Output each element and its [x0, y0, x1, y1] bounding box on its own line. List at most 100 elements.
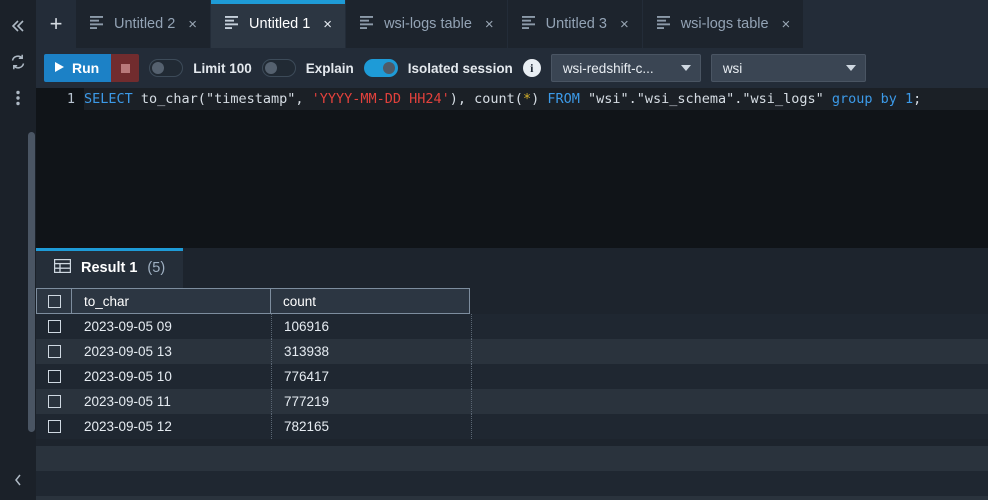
run-button[interactable]: Run [44, 54, 112, 82]
cell-count: 776417 [272, 364, 472, 389]
row-select-cell[interactable] [36, 414, 72, 439]
table-row[interactable]: 2023-09-05 11 777219 [36, 389, 988, 414]
cluster-select-value: wsi-redshift-c... [562, 60, 654, 76]
row-checkbox[interactable] [47, 420, 61, 433]
tab-label: Untitled 2 [114, 16, 176, 32]
close-icon[interactable]: × [188, 17, 197, 32]
table-row-empty [36, 471, 988, 496]
cell-to-char: 2023-09-05 12 [72, 414, 272, 439]
sql-code-text[interactable]: SELECT to_char("timestamp", 'YYYY-MM-DD … [84, 88, 988, 110]
cell-count: 777219 [272, 389, 472, 414]
tab-untitled-2[interactable]: Untitled 2 × [76, 0, 211, 48]
cell-count: 106916 [272, 314, 472, 339]
sql-string-format: 'YYYY-MM-DD HH24' [311, 91, 450, 107]
cluster-select[interactable]: wsi-redshift-c... [550, 54, 701, 82]
cell-to-char: 2023-09-05 09 [72, 314, 272, 339]
table-header-row: to_char count [36, 288, 988, 314]
chevron-down-icon [680, 65, 691, 71]
tab-label: Untitled 3 [545, 16, 607, 32]
cell-count: 782165 [272, 414, 472, 439]
results-row-count: (5) [147, 260, 166, 276]
sql-star: * [522, 91, 532, 107]
row-checkbox[interactable] [47, 320, 61, 333]
more-options-icon[interactable] [4, 84, 32, 112]
tab-label: Untitled 1 [249, 16, 311, 32]
new-tab-button[interactable]: + [36, 0, 76, 48]
grid-gap [36, 439, 988, 446]
collapse-panel-icon[interactable] [4, 12, 32, 40]
results-tab-bar: Result 1 (5) [36, 248, 988, 288]
select-all-cell[interactable] [36, 288, 72, 314]
column-header-to-char[interactable]: to_char [71, 288, 271, 314]
document-icon [225, 15, 240, 33]
sql-keyword-select: SELECT [84, 91, 133, 107]
expand-panel-icon[interactable] [0, 472, 36, 488]
row-select-cell[interactable] [36, 364, 72, 389]
sql-punct: , [295, 91, 312, 107]
stop-button[interactable] [111, 54, 140, 82]
tab-wsi-logs-table-2[interactable]: wsi-logs table × [642, 0, 804, 48]
document-icon [521, 15, 537, 33]
sql-punct: ) [531, 91, 548, 107]
sql-function-count: count( [474, 91, 523, 107]
document-icon [656, 15, 672, 33]
play-icon [54, 60, 65, 76]
explain-toggle[interactable] [261, 59, 296, 77]
info-icon[interactable]: i [522, 59, 541, 77]
run-button-label: Run [72, 60, 100, 76]
cell-filler [472, 314, 988, 339]
sql-punct: ), [449, 91, 475, 107]
tab-untitled-1[interactable]: Untitled 1 × [211, 0, 346, 48]
refresh-icon[interactable] [4, 48, 32, 76]
table-row[interactable]: 2023-09-05 10 776417 [36, 364, 988, 389]
results-panel: Result 1 (5) to_char count 2023-09-05 09… [36, 248, 988, 500]
sql-identifier-timestamp: "timestamp" [205, 91, 296, 107]
isolated-session-label: Isolated session [407, 60, 513, 76]
row-checkbox[interactable] [47, 395, 61, 408]
cell-to-char: 2023-09-05 13 [72, 339, 272, 364]
tab-wsi-logs-table-1[interactable]: wsi-logs table × [346, 0, 507, 48]
cell-to-char: 2023-09-05 11 [72, 389, 272, 414]
close-icon[interactable]: × [620, 17, 629, 32]
sql-editor[interactable]: 1 SELECT to_char("timestamp", 'YYYY-MM-D… [36, 88, 988, 248]
column-header-count[interactable]: count [270, 288, 470, 314]
cell-count: 313938 [272, 339, 472, 364]
query-editor-window: + Untitled 2 × Untitled 1 × wsi-logs tab… [0, 0, 988, 500]
table-row-empty [36, 496, 988, 500]
row-select-cell[interactable] [36, 314, 72, 339]
close-icon[interactable]: × [782, 17, 791, 32]
tab-result-1[interactable]: Result 1 (5) [36, 248, 184, 288]
limit-toggle[interactable] [149, 59, 184, 77]
line-number: 1 [66, 91, 75, 107]
table-row-empty [36, 446, 988, 471]
row-checkbox[interactable] [47, 370, 61, 383]
isolated-session-toggle[interactable] [363, 59, 398, 77]
database-select[interactable]: wsi [710, 54, 866, 82]
close-icon[interactable]: × [323, 17, 332, 32]
row-select-cell[interactable] [36, 389, 72, 414]
sql-function-to-char: to_char( [132, 91, 206, 107]
code-line: 1 SELECT to_char("timestamp", 'YYYY-MM-D… [36, 88, 988, 110]
table-row[interactable]: 2023-09-05 09 106916 [36, 314, 988, 339]
tab-untitled-3[interactable]: Untitled 3 × [507, 0, 642, 48]
rail-scrollbar[interactable] [28, 132, 35, 432]
table-row[interactable]: 2023-09-05 12 782165 [36, 414, 988, 439]
tab-label: wsi-logs table [680, 16, 769, 32]
stop-icon [120, 63, 130, 73]
explain-toggle-label: Explain [305, 60, 354, 76]
document-icon [90, 15, 105, 33]
sql-number: 1 [896, 91, 914, 107]
cell-filler [472, 389, 988, 414]
left-rail [0, 0, 36, 500]
row-select-cell[interactable] [36, 339, 72, 364]
row-checkbox[interactable] [47, 345, 61, 358]
tab-label: wsi-logs table [384, 16, 472, 32]
select-all-checkbox[interactable] [47, 294, 61, 308]
close-icon[interactable]: × [485, 17, 494, 32]
query-toolbar: Run Limit 100 Explain Isolated session i… [36, 48, 988, 88]
cell-filler [472, 364, 988, 389]
cell-filler [472, 339, 988, 364]
table-icon [53, 258, 72, 277]
table-row[interactable]: 2023-09-05 13 313938 [36, 339, 988, 364]
run-control-group: Run [44, 54, 140, 82]
